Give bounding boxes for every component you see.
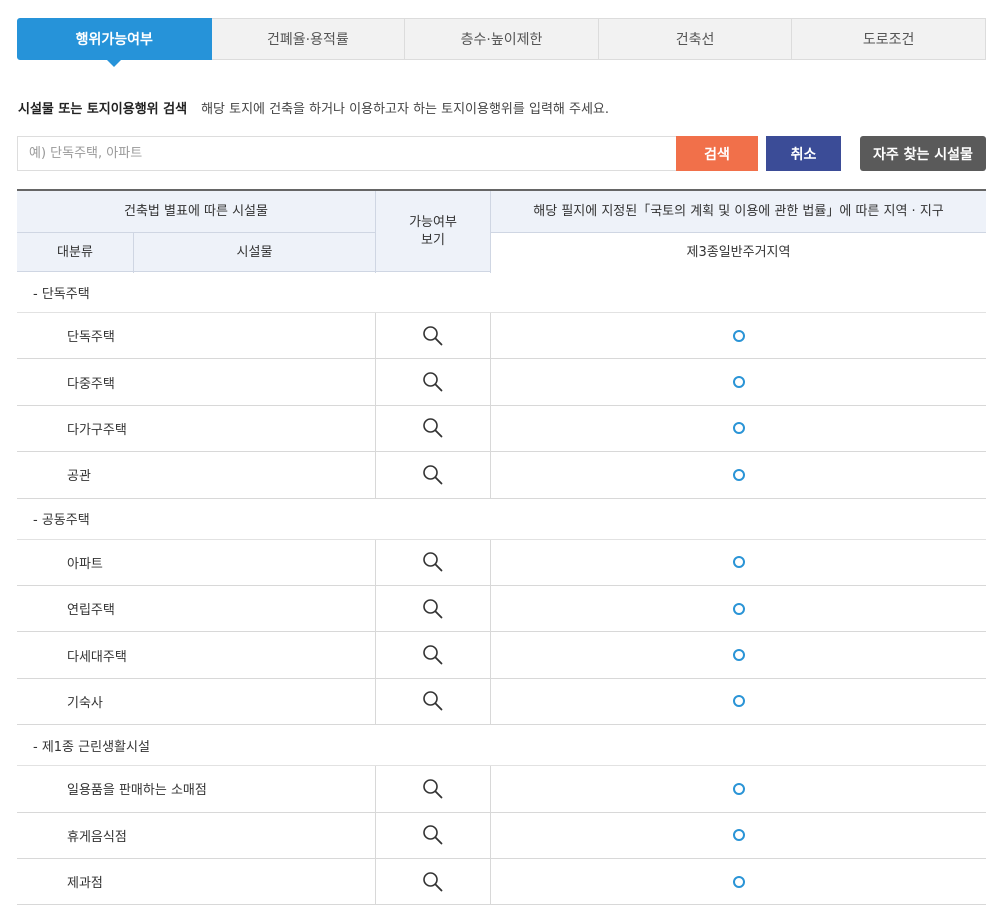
table-row: 단독주택 — [17, 313, 986, 360]
tab-bar: 행위가능여부 건폐율·용적률 층수·높이제한 건축선 도로조건 — [17, 18, 986, 67]
magnifier-icon — [423, 552, 443, 572]
circle-mark-icon — [732, 468, 745, 481]
tab-road-condition[interactable]: 도로조건 — [792, 18, 986, 60]
view-button[interactable] — [375, 858, 491, 905]
group-row: - 단독주택 — [17, 272, 986, 313]
search-hint: 해당 토지에 건축을 하거나 이용하고자 하는 토지이용행위를 입력해 주세요. — [201, 101, 610, 117]
circle-mark-icon — [732, 782, 745, 795]
view-button[interactable] — [375, 313, 491, 359]
magnifier-icon — [423, 871, 443, 891]
view-button[interactable] — [375, 585, 491, 632]
cancel-button[interactable]: 취소 — [766, 136, 841, 171]
facility-name: 기숙사 — [67, 695, 103, 711]
view-button[interactable] — [375, 678, 491, 725]
facility-name: 다세대주택 — [67, 649, 127, 665]
facility-table: 건축법 별표에 따른 시설물 대분류 시설물 가능여부 보기 해당 필지에 지정… — [17, 189, 986, 906]
circle-mark-icon — [732, 875, 745, 888]
table-row: 휴게음식점 — [17, 812, 986, 859]
table-row: 다중주택 — [17, 359, 986, 406]
facility-name: 연립주택 — [67, 603, 115, 619]
table-body: - 단독주택단독주택다중주택다가구주택공관 - 공동주택아파트연립주택다세대주택기… — [17, 272, 986, 906]
zone-result-cell — [491, 813, 986, 858]
header-possible-view: 가능여부 보기 — [375, 191, 491, 273]
tab-coverage-ratio[interactable]: 건폐율·용적률 — [211, 18, 406, 60]
facility-name: 일용품을 판매하는 소매점 — [67, 783, 207, 799]
table-row: 기숙사 — [17, 678, 986, 726]
circle-mark-icon — [732, 695, 745, 708]
view-button[interactable] — [375, 539, 491, 585]
facility-name: 단독주택 — [67, 330, 115, 346]
zone-result-cell — [491, 679, 986, 724]
frequent-facilities-button[interactable]: 자주 찾는 시설물 — [860, 136, 986, 171]
group-row: - 제1종 근린생활시설 — [17, 725, 986, 767]
circle-mark-icon — [732, 376, 745, 389]
facility-name: 공관 — [67, 469, 91, 485]
circle-mark-icon — [732, 649, 745, 662]
zone-result-cell — [491, 452, 986, 497]
group-row: - 공동주택 — [17, 499, 986, 540]
facility-name: 다중주택 — [67, 376, 115, 392]
tab-action-possibility[interactable]: 행위가능여부 — [17, 18, 212, 67]
circle-mark-icon — [732, 602, 745, 615]
header-possible-label: 가능여부 보기 — [409, 215, 457, 248]
facility-name: 아파트 — [67, 556, 103, 572]
facility-name: 휴게음식점 — [67, 829, 127, 845]
tab-building-line[interactable]: 건축선 — [598, 18, 793, 60]
magnifier-icon — [423, 598, 443, 619]
table-row: 공관 — [17, 452, 986, 499]
facility-name: 다가구주택 — [67, 422, 127, 438]
table-row: 제과점 — [17, 858, 986, 906]
circle-mark-icon — [732, 329, 745, 342]
view-button[interactable] — [375, 766, 491, 812]
magnifier-icon — [423, 418, 443, 438]
zone-result-cell — [491, 766, 986, 811]
search-label: 시설물 또는 토지이용행위 검색 — [18, 101, 188, 117]
zone-result-cell — [491, 406, 986, 451]
table-row: 다세대주택 — [17, 632, 986, 679]
magnifier-icon — [423, 325, 443, 346]
circle-mark-icon — [732, 829, 745, 842]
header-zone-law: 해당 필지에 지정된「국토의 계획 및 이용에 관한 법률」에 따른 지역 · … — [491, 191, 986, 233]
circle-mark-icon — [732, 556, 745, 569]
facility-name: 제과점 — [67, 876, 103, 892]
magnifier-icon — [423, 645, 443, 665]
table-row: 아파트 — [17, 539, 986, 586]
header-facility: 시설물 — [133, 233, 375, 273]
tab-height-limit[interactable]: 층수·높이제한 — [405, 18, 599, 60]
zone-result-cell — [491, 586, 986, 631]
magnifier-icon — [423, 691, 443, 711]
view-button[interactable] — [375, 452, 491, 498]
search-description: 시설물 또는 토지이용행위 검색 해당 토지에 건축을 하거나 이용하고자 하는… — [18, 98, 610, 117]
header-building: 건축법 별표에 따른 시설물 — [17, 191, 375, 233]
header-zone-name: 제3종일반주거지역 — [491, 233, 986, 273]
header-major-category: 대분류 — [57, 245, 93, 260]
view-button[interactable] — [375, 359, 491, 405]
search-input[interactable] — [17, 136, 676, 171]
zone-result-cell — [491, 313, 986, 358]
circle-mark-icon — [732, 422, 745, 435]
zone-result-cell — [491, 540, 986, 585]
view-button[interactable] — [375, 812, 491, 858]
zone-result-cell — [491, 359, 986, 404]
view-button[interactable] — [375, 632, 491, 678]
zone-result-cell — [491, 859, 986, 904]
zone-result-cell — [491, 632, 986, 677]
search-button[interactable]: 검색 — [676, 136, 758, 171]
table-row: 일용품을 판매하는 소매점 — [17, 766, 986, 813]
table-row: 다가구주택 — [17, 405, 986, 453]
magnifier-icon — [423, 465, 443, 485]
magnifier-icon — [423, 825, 443, 845]
table-header: 건축법 별표에 따른 시설물 대분류 시설물 가능여부 보기 해당 필지에 지정… — [17, 189, 986, 273]
search-bar: 검색 취소 자주 찾는 시설물 — [17, 136, 986, 171]
view-button[interactable] — [375, 405, 491, 452]
table-row: 연립주택 — [17, 585, 986, 633]
magnifier-icon — [423, 779, 443, 799]
magnifier-icon — [423, 372, 443, 392]
